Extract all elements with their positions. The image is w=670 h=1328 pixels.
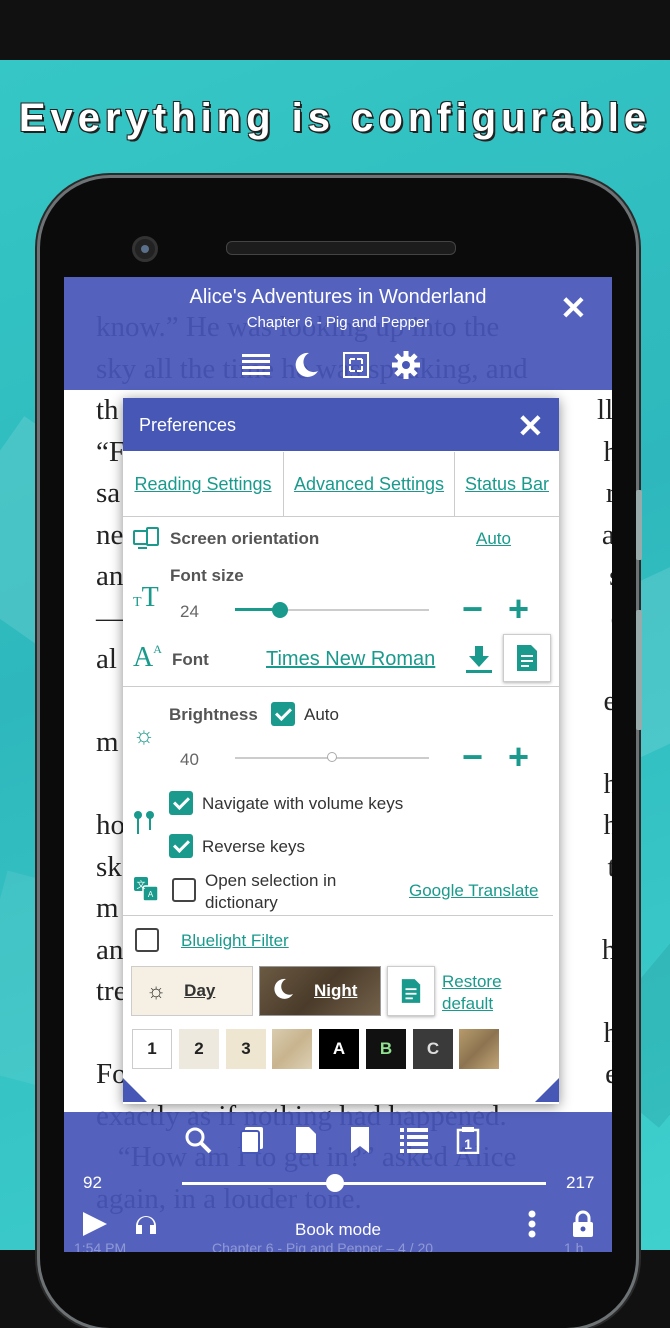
brightness-icon: ☼ (133, 722, 155, 749)
screen-orientation-label: Screen orientation (170, 529, 320, 548)
search-icon[interactable] (182, 1124, 214, 1156)
svg-text:1: 1 (464, 1136, 472, 1152)
font-size-icon: TT (133, 582, 159, 613)
total-pages: 217 (566, 1173, 595, 1192)
open-selection-label-line1: Open selection in (205, 871, 337, 890)
menu-icon[interactable] (240, 349, 272, 381)
brightness-increase-button[interactable]: + (508, 739, 529, 775)
open-selection-checkbox[interactable] (172, 878, 196, 902)
download-icon[interactable] (465, 644, 493, 679)
font-value[interactable]: Times New Roman (266, 648, 435, 671)
chapter-title: Chapter 6 - Pig and Pepper (246, 314, 430, 331)
google-translate-link[interactable]: Google Translate (409, 881, 538, 901)
theme-swatch-a[interactable]: A (319, 1029, 359, 1069)
page-slider-knob[interactable] (325, 1174, 344, 1192)
close-icon[interactable]: ✕ (517, 407, 544, 445)
brightness-decrease-button[interactable]: − (462, 739, 483, 775)
open-selection-label-line2: dictionary (205, 893, 278, 912)
tab-status-bar[interactable]: Status Bar (455, 452, 559, 516)
more-vertical-icon[interactable] (516, 1208, 548, 1240)
theme-swatch-b[interactable]: B (366, 1029, 406, 1069)
divider (123, 686, 559, 687)
earphones-icon (133, 810, 155, 841)
volume-keys-label: Navigate with volume keys (202, 794, 404, 813)
font-label: Font (172, 650, 209, 669)
theme-swatch-1[interactable]: 1 (132, 1029, 172, 1069)
restore-default-line1: Restore (442, 972, 502, 991)
svg-text:文: 文 (136, 879, 145, 890)
tab-reading-settings[interactable]: Reading Settings (123, 452, 284, 516)
screen-orientation-icon (133, 526, 159, 555)
phone-side-button (636, 490, 642, 560)
font-file-button[interactable] (503, 634, 551, 682)
document-icon (517, 645, 537, 671)
restore-default-link[interactable]: Restore default (442, 971, 502, 1015)
screen-orientation-value[interactable]: Auto (476, 529, 511, 549)
font-icon: AA (133, 642, 162, 673)
bookmark-icon[interactable] (344, 1124, 376, 1156)
footer-chapter: Chapter 6 - Pig and Pepper – 4 / 20 (212, 1240, 434, 1252)
moon-icon (272, 978, 294, 1005)
night-theme-button[interactable]: Night (259, 966, 381, 1016)
brightness-slider-knob[interactable] (327, 752, 337, 762)
volume-keys-checkbox[interactable] (169, 791, 193, 815)
bottom-bar: 1 92 217 Book mode 1:54 PM Chapter 6 - P… (64, 1112, 612, 1252)
preferences-dialog: Preferences ✕ Reading Settings Advanced … (123, 398, 559, 1104)
svg-text:A: A (148, 890, 154, 899)
camera (132, 236, 158, 262)
current-page: 92 (83, 1173, 102, 1192)
theme-swatch-paper-2[interactable] (459, 1029, 499, 1069)
go-to-page-icon[interactable]: 1 (452, 1124, 484, 1156)
sun-icon: ☼ (146, 978, 167, 1003)
footer-right: 1 h (564, 1240, 584, 1252)
preferences-title: Preferences (139, 415, 237, 435)
reverse-keys-label: Reverse keys (202, 837, 305, 856)
headline: Everything is configurable (18, 96, 652, 140)
theme-swatch-2[interactable]: 2 (179, 1029, 219, 1069)
settings-gear-icon[interactable] (390, 349, 422, 381)
close-icon[interactable]: ✕ (560, 289, 587, 327)
reverse-keys-checkbox[interactable] (169, 834, 193, 858)
restore-default-button[interactable] (387, 966, 435, 1016)
preferences-header: Preferences ✕ (123, 398, 559, 451)
resize-handle-left[interactable] (123, 1078, 147, 1102)
brightness-label: Brightness (169, 705, 258, 724)
font-size-decrease-button[interactable]: − (462, 591, 483, 627)
tab-advanced-settings[interactable]: Advanced Settings (284, 452, 455, 516)
page-slider[interactable] (182, 1182, 546, 1185)
lock-icon[interactable] (567, 1208, 599, 1240)
phone-side-button (636, 610, 642, 730)
day-theme-button[interactable]: ☼ Day (131, 966, 253, 1016)
fullscreen-icon[interactable] (340, 349, 372, 381)
bluelight-filter-checkbox[interactable] (135, 928, 159, 952)
bluelight-filter-link[interactable]: Bluelight Filter (181, 931, 289, 951)
font-size-increase-button[interactable]: + (508, 591, 529, 627)
open-selection-label: Open selection in dictionary (205, 870, 336, 914)
books-icon[interactable] (236, 1124, 268, 1156)
font-size-value: 24 (180, 602, 199, 621)
theme-swatch-c[interactable]: C (413, 1029, 453, 1069)
brightness-value: 40 (180, 750, 199, 769)
translate-icon: 文A (133, 876, 159, 907)
divider (123, 915, 553, 916)
book-title: Alice's Adventures in Wonderland (189, 286, 487, 308)
preferences-tabs: Reading Settings Advanced Settings Statu… (123, 452, 559, 517)
font-size-slider-knob[interactable] (271, 602, 288, 618)
night-label: Night (314, 981, 358, 1000)
top-bar: Alice's Adventures in Wonderland Chapter… (64, 277, 612, 390)
font-size-label: Font size (170, 566, 244, 585)
page-icon[interactable] (290, 1124, 322, 1156)
brightness-auto-label: Auto (304, 705, 339, 724)
theme-swatch-3[interactable]: 3 (226, 1029, 266, 1069)
theme-swatch-paper-1[interactable] (272, 1029, 312, 1069)
brightness-auto-checkbox[interactable] (271, 702, 295, 726)
resize-handle-right[interactable] (535, 1078, 559, 1102)
document-icon (401, 979, 421, 1003)
restore-default-line2: default (442, 994, 494, 1013)
footer-time: 1:54 PM (74, 1240, 127, 1252)
speaker-grille (226, 241, 456, 255)
contents-list-icon[interactable] (398, 1124, 430, 1156)
night-mode-icon[interactable] (290, 349, 322, 381)
day-label: Day (184, 981, 216, 1000)
